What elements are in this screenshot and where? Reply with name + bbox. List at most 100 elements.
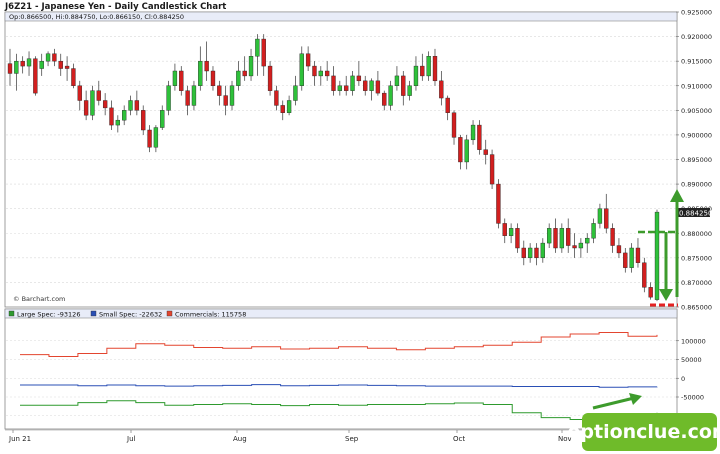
cot-tick-label: 50000: [681, 356, 702, 364]
candle-body: [14, 60, 19, 74]
candle-body: [458, 137, 463, 163]
candle-body: [198, 60, 203, 86]
cot-legend-item: Large Spec: -93126: [8, 310, 80, 319]
candle-body: [242, 70, 247, 77]
candle-body: [502, 223, 507, 236]
candle-body: [508, 228, 514, 236]
candle-body: [229, 85, 235, 106]
candle-body: [432, 56, 438, 82]
legend-swatch: [90, 310, 97, 317]
cot-legend: Large Spec: -93126 Small Spec: -22632 Comm…: [8, 310, 246, 319]
candle-body: [77, 85, 82, 101]
candle-body: [255, 38, 260, 57]
price-tick-label: 0.915000: [681, 58, 712, 66]
price-tick-label: 0.900000: [681, 131, 712, 139]
candle-body: [58, 60, 63, 69]
candle-body: [280, 105, 285, 113]
candle-body: [7, 63, 13, 74]
candle-body: [210, 70, 216, 86]
candle-body: [401, 75, 406, 96]
price-tick-label: 0.890000: [681, 181, 712, 189]
candle-body: [26, 58, 32, 67]
legend-label: Small Spec: -22632: [99, 311, 162, 319]
x-tick-label: Aug: [233, 435, 247, 443]
candle-body: [483, 149, 488, 155]
cot-legend-item: Small Spec: -22632: [90, 310, 162, 319]
candle-body: [654, 211, 660, 300]
candle-body: [394, 75, 400, 86]
candle-body: [527, 247, 533, 259]
candle-body: [71, 68, 76, 86]
candle-body: [591, 223, 596, 239]
candle-body: [635, 247, 641, 263]
candle-body: [566, 228, 571, 246]
candle-body: [312, 65, 317, 77]
brand-text: optionclue.com: [567, 421, 720, 443]
price-tick-label: 0.875000: [681, 254, 712, 262]
candle-body: [477, 124, 482, 150]
candle-body: [83, 100, 89, 116]
candle-body: [496, 183, 501, 224]
candle-body: [261, 38, 266, 67]
candle-body: [102, 100, 108, 109]
candle-body: [128, 100, 133, 111]
candle-body: [223, 95, 228, 106]
candle-body: [413, 65, 419, 86]
candle-body: [286, 100, 292, 113]
candle-body: [439, 80, 444, 99]
legend-label: Commercials: 115758: [175, 311, 246, 319]
candle-body: [375, 80, 381, 94]
candle-body: [115, 119, 120, 126]
price-tick-label: 0.895000: [681, 156, 712, 164]
candle-body: [540, 242, 545, 259]
candle-body: [267, 65, 273, 91]
candle-body: [445, 97, 450, 113]
chart-title: J6Z21 - Japanese Yen - Daily Candlestick…: [4, 2, 226, 12]
price-y-axis: 0.925000 0.920000 0.915000 0.910000 0.905000…: [676, 9, 712, 312]
candle-body: [122, 110, 127, 121]
candle-body: [141, 110, 146, 131]
candle-body: [629, 247, 634, 268]
candle-body: [109, 107, 114, 126]
price-tick-label: 0.905000: [681, 107, 712, 115]
candle-body: [337, 85, 343, 91]
price-tick-label: 0.880000: [681, 230, 712, 238]
legend-swatch: [8, 310, 15, 317]
x-tick-label: Jul: [126, 435, 136, 443]
legend-swatch: [166, 310, 173, 317]
candle-body: [642, 262, 647, 288]
copyright-credit: © Barchart.com: [13, 295, 65, 303]
candle-body: [45, 53, 51, 62]
candle-body: [464, 139, 469, 163]
candle-body: [407, 85, 412, 96]
candle-body: [534, 247, 539, 259]
cot-y-axis: 100000500000-50000-100000: [676, 337, 708, 420]
candle-body: [318, 70, 323, 77]
candle-body: [426, 56, 431, 77]
candle-body: [20, 60, 25, 67]
candle-body: [470, 124, 476, 141]
price-tick-label: 0.865000: [681, 304, 712, 312]
candle-body: [572, 245, 577, 249]
candle-body: [331, 75, 336, 91]
candle-body: [324, 70, 330, 77]
candle: [642, 257, 647, 293]
candle-body: [147, 129, 152, 148]
candle-body: [578, 242, 584, 249]
candle-body: [185, 90, 190, 106]
price-panel: [4, 11, 678, 308]
candle-body: [39, 60, 44, 69]
x-tick-label: Sep: [345, 435, 359, 443]
candle-body: [64, 65, 70, 69]
price-tick-label: 0.870000: [681, 279, 712, 287]
price-tick-label: 0.910000: [681, 82, 712, 90]
candle-body: [160, 110, 165, 128]
candle-body: [305, 53, 311, 67]
candle-body: [356, 75, 362, 82]
candle: [654, 209, 660, 302]
price-tick-label: 0.920000: [681, 33, 712, 41]
price-tick-label: 0.925000: [681, 9, 712, 17]
candle-body: [515, 228, 520, 249]
candle: [166, 80, 171, 116]
candle-body: [134, 100, 140, 111]
